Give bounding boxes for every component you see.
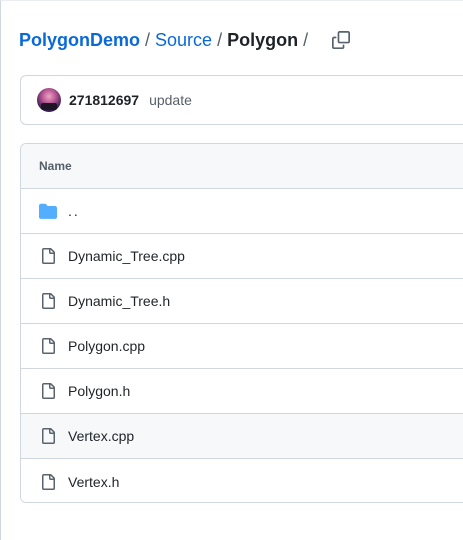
file-icon <box>38 472 58 492</box>
file-icon <box>38 426 58 446</box>
file-icon <box>38 381 58 401</box>
copy-path-button[interactable] <box>327 26 355 54</box>
page-frame: PolygonDemo / Source / Polygon / 2718126… <box>0 0 463 540</box>
breadcrumb-separator: / <box>145 29 151 50</box>
table-row-parent-directory[interactable]: .. <box>21 189 463 234</box>
row-label[interactable]: .. <box>68 203 80 219</box>
file-link[interactable]: Polygon.h <box>68 383 130 399</box>
breadcrumb-separator: / <box>303 29 309 50</box>
table-row[interactable]: Polygon.cpp <box>21 324 463 369</box>
copy-icon <box>332 31 351 49</box>
file-table: Name .. Dynamic_Tree.cpp Dynamic_Tree.h <box>20 143 463 503</box>
table-row[interactable]: Dynamic_Tree.cpp <box>21 234 463 279</box>
avatar[interactable] <box>37 88 61 112</box>
file-link[interactable]: Dynamic_Tree.h <box>68 293 170 309</box>
table-row[interactable]: Polygon.h <box>21 369 463 414</box>
file-link[interactable]: Vertex.cpp <box>68 428 134 444</box>
table-row[interactable]: Vertex.h <box>21 459 463 502</box>
table-row[interactable]: Dynamic_Tree.h <box>21 279 463 324</box>
file-link[interactable]: Vertex.h <box>68 474 119 490</box>
folder-icon <box>38 201 58 221</box>
breadcrumb-folder-link[interactable]: Source <box>155 30 212 51</box>
latest-commit-bar: 271812697 update <box>20 75 463 125</box>
file-icon <box>38 336 58 356</box>
file-link[interactable]: Polygon.cpp <box>68 338 145 354</box>
breadcrumb-separator: / <box>217 29 223 50</box>
table-header-name: Name <box>21 144 463 189</box>
file-icon <box>38 246 58 266</box>
table-row[interactable]: Vertex.cpp <box>21 414 463 459</box>
file-link[interactable]: Dynamic_Tree.cpp <box>68 248 185 264</box>
file-icon <box>38 291 58 311</box>
breadcrumb-repo-link[interactable]: PolygonDemo <box>19 30 140 51</box>
breadcrumb-current: Polygon <box>227 29 299 50</box>
commit-message-link[interactable]: update <box>149 92 192 108</box>
commit-author-link[interactable]: 271812697 <box>69 92 139 108</box>
breadcrumb: PolygonDemo / Source / Polygon / <box>19 28 355 52</box>
